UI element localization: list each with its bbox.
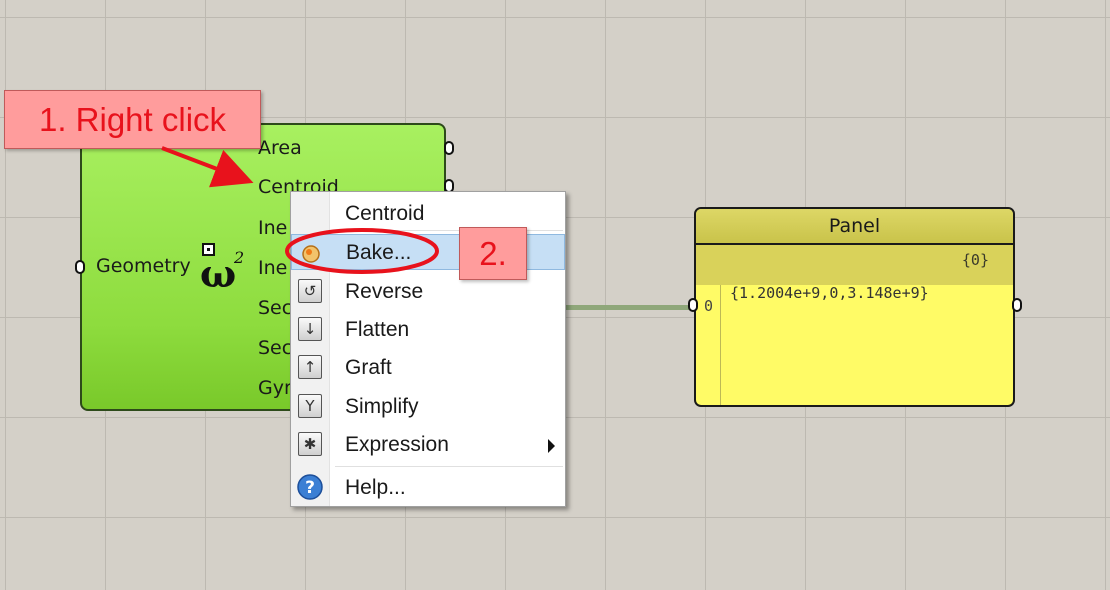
annotation-arrow bbox=[161, 146, 254, 188]
annotation-overlay bbox=[161, 146, 439, 274]
annotation-circle bbox=[285, 228, 439, 274]
